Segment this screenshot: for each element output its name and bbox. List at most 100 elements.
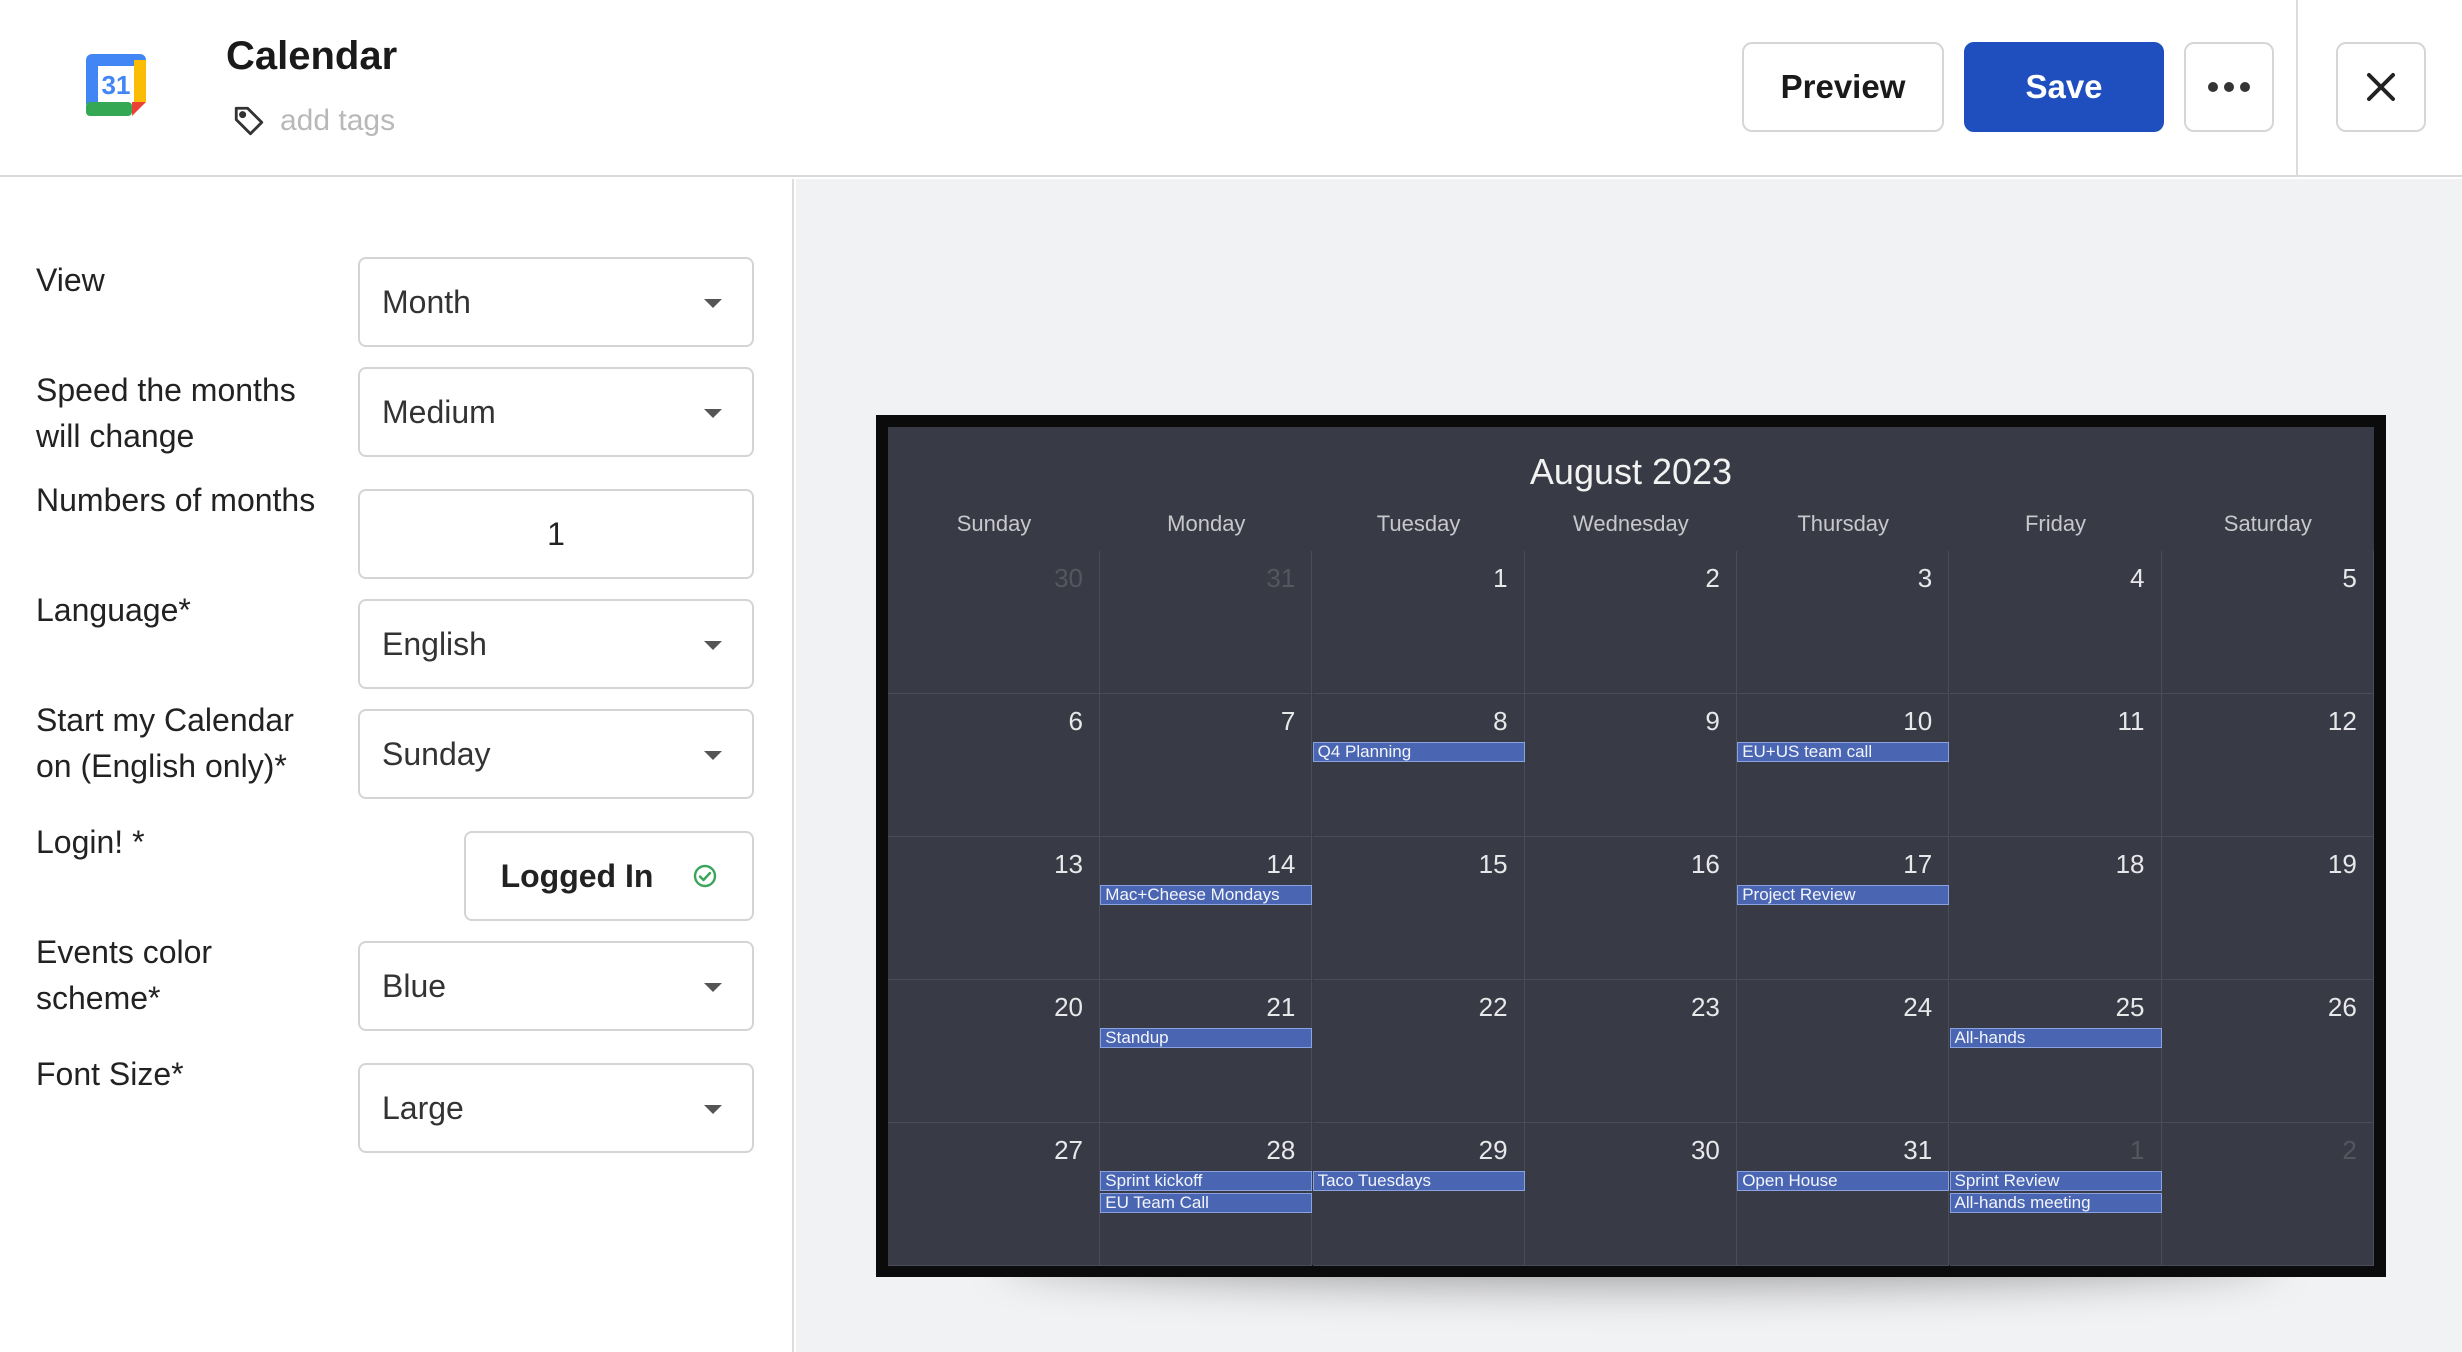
- weekday-header: Tuesday: [1376, 511, 1461, 536]
- calendar-event[interactable]: All-hands: [1949, 1028, 2162, 1048]
- color-scheme-label: Events color scheme*: [36, 934, 213, 1016]
- day-number: 4: [2130, 563, 2145, 593]
- calendar-day-cell[interactable]: 30: [1524, 1123, 1737, 1266]
- day-number: 30: [1054, 563, 1083, 593]
- calendar-day-cell[interactable]: 10 EU+US team call: [1737, 694, 1950, 837]
- day-number: 31: [1903, 1135, 1933, 1165]
- day-number: 1: [1493, 563, 1508, 593]
- font-size-select[interactable]: Large: [358, 1063, 754, 1153]
- day-number: 11: [2117, 706, 2145, 736]
- calendar-event[interactable]: All-hands meeting: [1949, 1193, 2162, 1213]
- calendar-day-cell[interactable]: 27: [888, 1123, 1100, 1266]
- calendar-day-cell[interactable]: 31 Open House: [1737, 1123, 1950, 1266]
- settings-panel: View Month Speed the months will change …: [0, 179, 794, 1352]
- day-number: 29: [1478, 1135, 1508, 1165]
- calendar-day-cell[interactable]: 24: [1737, 980, 1950, 1123]
- login-label: Login! *: [36, 824, 145, 860]
- calendar-day-cell[interactable]: 6: [888, 694, 1100, 837]
- tag-icon: [234, 106, 264, 136]
- calendar-day-cell[interactable]: 2: [1524, 551, 1737, 694]
- google-calendar-icon: 31: [86, 54, 146, 116]
- page-title: Calendar: [226, 34, 398, 78]
- weekday-header: Friday: [2024, 511, 2087, 536]
- speed-select[interactable]: Medium: [358, 367, 754, 457]
- calendar-event[interactable]: Q4 Planning: [1312, 742, 1525, 762]
- more-options-button[interactable]: [2184, 42, 2274, 132]
- calendar-day-cell[interactable]: 3: [1737, 551, 1950, 694]
- calendar-day-cell[interactable]: 18: [1949, 837, 2162, 980]
- calendar-event[interactable]: EU+US team call: [1737, 742, 1950, 762]
- language-value: English: [382, 625, 487, 662]
- calendar-event[interactable]: Open House: [1737, 1171, 1950, 1191]
- calendar-month-title: August 2023: [1529, 451, 1733, 492]
- calendar-day-cell[interactable]: 19: [2161, 837, 2374, 980]
- calendar-day-cell[interactable]: 23: [1524, 980, 1737, 1123]
- language-select[interactable]: English: [358, 599, 754, 689]
- add-tags[interactable]: add tags: [232, 104, 395, 138]
- day-number: 16: [1690, 849, 1720, 879]
- start-day-select[interactable]: Sunday: [358, 709, 754, 799]
- calendar-day-cell[interactable]: 14 Mac+Cheese Mondays: [1100, 837, 1313, 980]
- calendar-preview: August 2023 Sunday Monday Tuesday Wednesday…: [888, 427, 2374, 1266]
- calendar-day-cell[interactable]: 26: [2161, 980, 2374, 1123]
- caret-down-icon: [704, 641, 722, 650]
- add-tags-placeholder[interactable]: add tags: [280, 104, 395, 138]
- save-button[interactable]: Save: [1964, 42, 2164, 132]
- close-icon: [2367, 73, 2395, 101]
- weekday-header: Saturday: [2223, 511, 2312, 536]
- speed-value: Medium: [382, 393, 496, 430]
- logged-in-button[interactable]: Logged In: [464, 831, 754, 921]
- calendar-day-cell[interactable]: 17 Project Review: [1737, 837, 1950, 980]
- day-number: 24: [1903, 992, 1933, 1022]
- calendar-event[interactable]: Taco Tuesdays: [1312, 1171, 1525, 1191]
- caret-down-icon: [704, 751, 722, 760]
- calendar-day-cell[interactable]: 28 Sprint kickoff EU Team Call: [1100, 1123, 1313, 1266]
- calendar-day-cell[interactable]: 30: [888, 551, 1100, 694]
- calendar-day-cell[interactable]: 1: [1312, 551, 1525, 694]
- calendar-day-cell[interactable]: 9: [1524, 694, 1737, 837]
- speed-label: Speed the months will change: [36, 372, 296, 454]
- weekday-header: Sunday: [956, 511, 1032, 536]
- calendar-event[interactable]: Standup: [1100, 1028, 1313, 1048]
- calendar-day-cell[interactable]: 11: [1949, 694, 2162, 837]
- close-button[interactable]: [2336, 42, 2426, 132]
- day-number: 10: [1903, 706, 1933, 736]
- check-circle-icon: [694, 864, 717, 888]
- view-value: Month: [382, 283, 471, 320]
- calendar-day-cell[interactable]: 8 Q4 Planning: [1312, 694, 1525, 837]
- calendar-day-cell[interactable]: 15: [1312, 837, 1525, 980]
- calendar-event[interactable]: Mac+Cheese Mondays: [1100, 885, 1313, 905]
- calendar-day-cell[interactable]: 25 All-hands: [1949, 980, 2162, 1123]
- calendar-day-cell[interactable]: 16: [1524, 837, 1737, 980]
- calendar-day-cell[interactable]: 20: [888, 980, 1100, 1123]
- calendar-day-cell[interactable]: 1 Sprint Review All-hands meeting: [1949, 1123, 2162, 1266]
- calendar-day-cell[interactable]: 29 Taco Tuesdays: [1312, 1123, 1525, 1266]
- day-number: 2: [2342, 1135, 2357, 1165]
- calendar-event[interactable]: Project Review: [1737, 885, 1950, 905]
- day-number: 17: [1903, 849, 1933, 879]
- preview-button[interactable]: Preview: [1742, 42, 1944, 132]
- calendar-day-cell[interactable]: 31: [1100, 551, 1313, 694]
- day-number: 2: [1705, 563, 1720, 593]
- calendar-event[interactable]: EU Team Call: [1100, 1193, 1313, 1213]
- calendar-day-cell[interactable]: 12: [2161, 694, 2374, 837]
- svg-text:31: 31: [102, 70, 131, 100]
- color-scheme-select[interactable]: Blue: [358, 941, 754, 1031]
- day-number: 3: [1917, 563, 1933, 593]
- day-number: 18: [2115, 849, 2145, 879]
- calendar-day-cell[interactable]: 5: [2161, 551, 2374, 694]
- calendar-day-cell[interactable]: 13: [888, 837, 1100, 980]
- day-number: 9: [1705, 706, 1720, 736]
- calendar-event[interactable]: Sprint Review: [1949, 1171, 2162, 1191]
- day-number: 14: [1266, 849, 1296, 879]
- top-header: 31 Calendar add tags Preview Save: [0, 0, 2462, 177]
- view-select[interactable]: Month: [358, 257, 754, 347]
- calendar-day-cell[interactable]: 4: [1949, 551, 2162, 694]
- calendar-day-cell[interactable]: 2: [2161, 1123, 2374, 1266]
- calendar-event[interactable]: Sprint kickoff: [1100, 1171, 1313, 1191]
- calendar-day-cell[interactable]: 21 Standup: [1100, 980, 1313, 1123]
- months-input[interactable]: 1: [358, 489, 754, 579]
- calendar-day-cell[interactable]: 22: [1312, 980, 1525, 1123]
- calendar-day-cell[interactable]: 7: [1100, 694, 1313, 837]
- day-number: 7: [1280, 706, 1296, 736]
